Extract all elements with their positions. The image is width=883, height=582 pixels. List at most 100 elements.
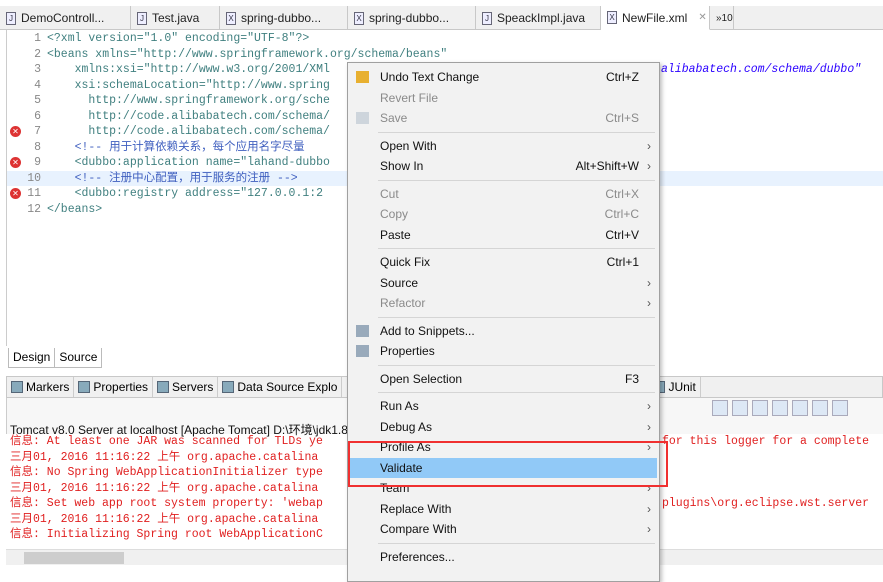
chevron-right-icon: › <box>647 419 651 434</box>
line-number: 11 <box>27 187 41 200</box>
menu-item-save[interactable]: Save Ctrl+S <box>350 108 657 128</box>
code-text: xsi:schemaLocation="http://www.spring <box>47 78 330 92</box>
menu-item-cut[interactable]: Cut Ctrl+X <box>350 184 657 204</box>
chevron-right-icon: › <box>647 296 651 310</box>
code-text-right: alibabatech.com/schema/dubbo" <box>661 63 862 76</box>
tab-overflow-button[interactable]: »10 <box>710 6 734 30</box>
line-number: 10 <box>27 171 41 185</box>
chevron-right-icon: › <box>647 399 651 413</box>
menu-item-source[interactable]: Source › <box>350 273 657 293</box>
menu-item-properties[interactable]: Properties <box>350 341 657 361</box>
clear-console-button[interactable] <box>712 400 728 416</box>
menu-item-shortcut: Ctrl+S <box>605 111 639 125</box>
menu-item-label: Replace With <box>380 501 452 516</box>
java-file-icon: J <box>482 11 492 25</box>
chevron-right-icon: › <box>647 522 651 536</box>
menu-item-revert-file[interactable]: Revert File <box>350 88 657 108</box>
error-icon[interactable]: ✕ <box>10 188 21 199</box>
show-on-stderr-button[interactable] <box>792 400 808 416</box>
view-tab-label: Data Source Explo <box>237 380 338 394</box>
code-text: http://code.alibabatech.com/schema/ <box>47 109 330 123</box>
chevron-right-icon: › <box>647 275 651 290</box>
menu-item-label: Add to Snippets... <box>380 323 475 338</box>
xml-file-icon: X <box>607 11 617 24</box>
menu-item-shortcut: Ctrl+X <box>605 186 639 201</box>
menu-item-shortcut: Ctrl+V <box>605 227 639 242</box>
menu-separator <box>378 392 655 393</box>
menu-item-show-in[interactable]: Show In Alt+Shift+W › <box>350 156 657 176</box>
menu-separator <box>378 542 655 544</box>
close-tab-icon[interactable]: ✕ <box>698 12 706 23</box>
menu-item-preferences[interactable]: Preferences... <box>350 547 657 567</box>
pin-console-button[interactable] <box>812 400 828 416</box>
view-tab-properties[interactable]: Properties <box>74 377 154 397</box>
menu-item-open-with[interactable]: Open With › <box>350 136 657 156</box>
menu-item-compare-with[interactable]: Compare With › <box>350 519 657 539</box>
line-number: 2 <box>34 47 41 61</box>
line-number: 4 <box>34 78 41 92</box>
menu-item-label: Properties <box>380 344 435 358</box>
tab-1[interactable]: J Test.java <box>131 6 220 30</box>
menu-item-label: Paste <box>380 227 411 242</box>
code-text: xmlns:xsi="http://www.w3.org/2001/XMl <box>47 63 330 76</box>
menu-item-quick-fix[interactable]: Quick Fix Ctrl+1 <box>350 252 657 272</box>
display-console-button[interactable] <box>832 400 848 416</box>
menu-item-label: Source <box>380 275 419 290</box>
tab-0[interactable]: J DemoControll... <box>0 6 131 30</box>
tab-5[interactable]: X NewFile.xml ✕ <box>601 6 710 30</box>
menu-item-undo-text-change[interactable]: Undo Text Change Ctrl+Z <box>350 67 657 87</box>
line-number: 9 <box>34 156 41 169</box>
tab-3[interactable]: Xspring-dubbo... <box>348 6 476 30</box>
tab-design[interactable]: Design <box>9 348 54 367</box>
error-icon[interactable]: ✕ <box>10 157 21 168</box>
view-tab-label: JUnit <box>668 380 696 394</box>
menu-separator <box>378 179 655 181</box>
tab-label: SpeackImpl.java <box>497 11 586 25</box>
menu-item-debug-as[interactable]: Debug As › <box>350 417 657 437</box>
view-tab-data-source-explo[interactable]: Data Source Explo <box>218 377 343 397</box>
menu-item-open-selection[interactable]: Open Selection F3 <box>350 369 657 389</box>
menu-item-replace-with[interactable]: Replace With › <box>350 499 657 519</box>
view-tab-label: Servers <box>172 380 214 394</box>
line-number: 5 <box>34 94 41 107</box>
line-number: 1 <box>34 32 41 45</box>
code-line: 2 <beans xmlns="http://www.springframewor… <box>7 47 883 62</box>
menu-item-shortcut: Alt+Shift+W <box>575 159 639 173</box>
line-number: 12 <box>27 202 41 216</box>
line-number: 8 <box>34 140 41 154</box>
menu-item-shortcut: Ctrl+Z <box>606 70 639 84</box>
menu-item-label: Run As <box>380 399 419 413</box>
menu-item-copy[interactable]: Copy Ctrl+C <box>350 204 657 224</box>
tab-2[interactable]: Xspring-dubbo... <box>220 6 348 30</box>
menu-separator <box>378 364 655 366</box>
markers-icon <box>11 381 23 393</box>
view-tab-servers[interactable]: Servers <box>153 377 219 397</box>
scrollbar-thumb[interactable] <box>24 552 124 564</box>
word-wrap-button[interactable] <box>752 400 768 416</box>
menu-item-shortcut: F3 <box>624 371 639 386</box>
menu-item-label: Quick Fix <box>380 255 431 269</box>
menu-separator <box>378 316 655 318</box>
menu-item-paste[interactable]: Paste Ctrl+V <box>350 225 657 245</box>
menu-item-label: Compare With <box>380 522 457 536</box>
properties-icon <box>78 381 91 393</box>
menu-item-add-to-snippets[interactable]: Add to Snippets... <box>350 321 657 341</box>
menu-item-refactor[interactable]: Refactor › <box>350 293 657 313</box>
tab-4[interactable]: J SpeackImpl.java <box>476 6 601 30</box>
show-on-stdout-button[interactable] <box>772 400 788 416</box>
error-icon[interactable]: ✕ <box>10 126 21 137</box>
console-toolbar-buttons <box>712 400 848 416</box>
console-text: 信息: Set web app root system property: 'w… <box>10 497 323 510</box>
tab-source[interactable]: Source <box>54 348 102 367</box>
chevron-right-icon: › <box>647 501 651 516</box>
code-text: </beans> <box>47 202 103 216</box>
view-tab-markers[interactable]: Markers <box>7 377 75 397</box>
menu-item-label: Revert File <box>380 90 439 105</box>
menu-item-label: Cut <box>380 186 399 201</box>
menu-item-run-as[interactable]: Run As › <box>350 396 657 416</box>
code-text: <beans xmlns="http://www.springframework… <box>47 47 448 61</box>
scroll-lock-button[interactable] <box>732 400 748 416</box>
console-text-right: for this logger for a complete <box>662 435 870 448</box>
menu-item-label: Undo Text Change <box>380 70 480 84</box>
line-number: 6 <box>34 109 41 123</box>
